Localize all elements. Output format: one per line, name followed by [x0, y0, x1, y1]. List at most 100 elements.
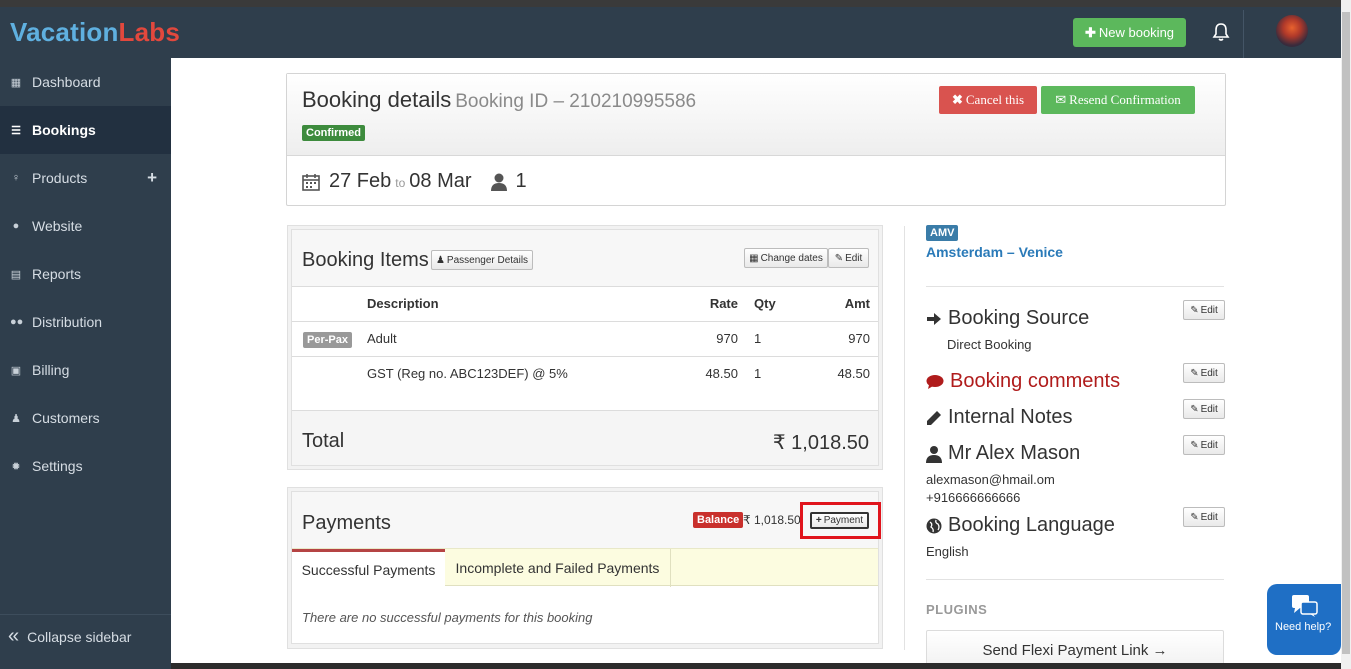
item-qty: 1	[754, 366, 762, 381]
booking-language-heading: Booking Language	[926, 514, 1115, 537]
cancel-booking-button[interactable]: ✖ Cancel this	[939, 86, 1037, 114]
change-dates-label: Change dates	[760, 252, 823, 264]
booking-language-value: English	[926, 544, 969, 559]
money-icon: ▣	[10, 364, 22, 377]
add-product-plus-icon[interactable]: +	[147, 168, 157, 188]
booking-source-heading: Booking Source	[926, 307, 1089, 330]
sidebar-item-website[interactable]: ● Website	[0, 202, 171, 250]
sidebar-item-label: Distribution	[32, 314, 103, 330]
balance-badge: Balance	[693, 512, 744, 528]
column-divider	[904, 226, 905, 650]
comment-icon	[926, 374, 944, 389]
tab-successful-payments[interactable]: Successful Payments	[292, 549, 445, 587]
column-header-amt: Amt	[844, 296, 870, 311]
item-qty: 1	[754, 331, 762, 346]
booking-id: Booking ID – 210210995586	[455, 91, 697, 112]
sidebar-item-bookings[interactable]: ☰ Bookings	[0, 106, 171, 154]
booking-items-inner: Booking Items ♟ Passenger Details ▦ Change…	[291, 229, 879, 466]
collapse-sidebar-label: Collapse sidebar	[27, 628, 132, 645]
sidebar-item-label: Website	[32, 218, 83, 234]
booking-items-title: Booking Items	[302, 249, 429, 271]
date-to-word: to	[395, 175, 406, 190]
lightbulb-icon: ♀	[11, 172, 21, 184]
new-booking-button[interactable]: ✚ New booking	[1073, 18, 1186, 47]
gear-icon: ✹	[11, 460, 21, 473]
sidebar-item-products[interactable]: ♀ Products +	[0, 154, 171, 202]
item-description: Adult	[367, 331, 397, 346]
sidebar-item-label: Products	[32, 170, 88, 186]
need-help-chat-widget[interactable]: Need help?	[1267, 584, 1341, 655]
sidebar-item-label: Settings	[32, 458, 83, 474]
pax-count: 1	[515, 170, 527, 192]
sidebar-item-dashboard[interactable]: ▦ Dashboard	[0, 58, 171, 106]
calendar-icon: ▦	[749, 252, 759, 264]
item-description: GST (Reg no. ABC123DEF) @ 5%	[367, 366, 568, 381]
users-icon: ●●	[10, 316, 24, 328]
sidebar-item-settings[interactable]: ✹ Settings	[0, 442, 171, 490]
column-header-qty: Qty	[754, 296, 776, 311]
edit-label: Edit	[1200, 439, 1218, 451]
booking-header-top: Booking details Booking ID – 210210995586…	[287, 74, 1225, 156]
user-icon	[490, 173, 507, 191]
edit-icon: ✎	[1190, 367, 1199, 379]
edit-items-button[interactable]: ✎ Edit	[828, 248, 869, 268]
add-payment-label: Payment	[823, 515, 864, 526]
booking-items-panel: Booking Items ♟ Passenger Details ▦ Change…	[287, 225, 883, 470]
booking-comments-title: Booking comments	[950, 370, 1121, 392]
dashboard-icon: ▦	[10, 76, 22, 89]
pencil-icon	[927, 410, 941, 425]
bell-icon[interactable]	[1210, 21, 1232, 43]
status-badge: Confirmed	[302, 125, 365, 141]
edit-booking-language-button[interactable]: ✎ Edit	[1183, 507, 1225, 527]
logo-text-part1: Vacation	[10, 17, 119, 47]
edit-icon: ✎	[1190, 511, 1199, 523]
plus-icon: ✚	[1084, 24, 1096, 40]
resend-confirmation-button[interactable]: ✉ Resend Confirmation	[1041, 86, 1195, 114]
user-avatar[interactable]	[1276, 15, 1308, 47]
user-icon	[926, 445, 942, 463]
booking-source-value: Direct Booking	[947, 337, 1032, 352]
edit-booking-comments-button[interactable]: ✎ Edit	[1183, 363, 1225, 383]
sidebar-item-label: Billing	[32, 362, 70, 378]
table-divider	[292, 356, 878, 357]
add-payment-button[interactable]: + Payment	[810, 512, 869, 529]
item-rate: 970	[716, 331, 738, 346]
customer-phone: +916666666666	[926, 490, 1021, 505]
edit-icon: ✎	[834, 252, 844, 264]
new-booking-label: New booking	[1098, 25, 1175, 40]
booking-header-panel: Booking details Booking ID – 210210995586…	[286, 73, 1226, 206]
payments-panel: Payments Balance ₹ 1,018.50 + Payment Suc…	[287, 487, 883, 649]
customer-email: alexmason@hmail.om	[926, 472, 1055, 487]
customer-name: Mr Alex Mason	[948, 442, 1081, 464]
booking-source-title: Booking Source	[948, 307, 1090, 329]
collapse-sidebar-button[interactable]: « Collapse sidebar	[0, 614, 171, 658]
change-dates-button[interactable]: ▦ Change dates	[744, 248, 828, 268]
payments-title: Payments	[302, 512, 391, 534]
edit-booking-source-button[interactable]: ✎ Edit	[1183, 300, 1225, 320]
plugins-heading: PLUGINS	[926, 602, 988, 617]
total-label: Total	[302, 430, 345, 452]
envelope-icon: ✉	[1055, 92, 1067, 107]
booking-items-header: Booking Items ♟ Passenger Details ▦ Change…	[292, 230, 878, 287]
sidebar-item-label: Dashboard	[32, 74, 101, 90]
calendar-icon	[302, 173, 320, 191]
product-name-link[interactable]: Amsterdam – Venice	[926, 244, 1063, 260]
logo-text-part2: Labs	[118, 17, 181, 47]
internal-notes-title: Internal Notes	[948, 406, 1073, 428]
tab-label: Successful Payments	[301, 561, 436, 578]
sidebar-item-distribution[interactable]: ●● Distribution	[0, 298, 171, 346]
edit-label: Edit	[1200, 367, 1218, 379]
sidebar: ▦ Dashboard ☰ Bookings ♀ Products + ● Websit…	[0, 58, 171, 669]
report-icon: ▤	[10, 268, 22, 281]
per-pax-badge: Per-Pax	[303, 332, 352, 348]
edit-customer-button[interactable]: ✎ Edit	[1183, 435, 1225, 455]
vacationlabs-logo[interactable]: VacationLabs	[10, 17, 180, 48]
edit-internal-notes-button[interactable]: ✎ Edit	[1183, 399, 1225, 419]
sidebar-item-customers[interactable]: ♟ Customers	[0, 394, 171, 442]
tab-incomplete-failed-payments[interactable]: Incomplete and Failed Payments	[445, 549, 671, 587]
passenger-details-button[interactable]: ♟ Passenger Details	[431, 250, 533, 270]
vertical-scrollbar-thumb[interactable]	[1342, 12, 1350, 654]
sidebar-item-billing[interactable]: ▣ Billing	[0, 346, 171, 394]
sidebar-item-reports[interactable]: ▤ Reports	[0, 250, 171, 298]
globe-icon: ●	[12, 220, 20, 232]
